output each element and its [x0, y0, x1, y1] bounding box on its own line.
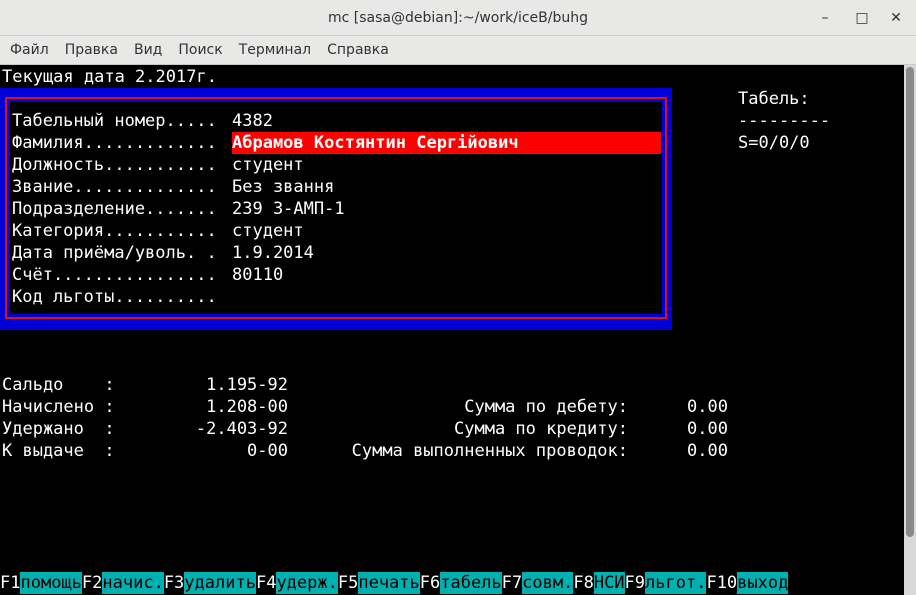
fkey-f10-key[interactable]: F10 [706, 572, 737, 594]
fkey-f9-label[interactable]: льгот. [645, 572, 707, 594]
tabel-title: Табель: [738, 89, 810, 109]
debit-label: Сумма по дебету: [464, 397, 628, 417]
accrued-label: Начислено : [2, 397, 115, 417]
fkey-f3-label[interactable]: удалить [184, 572, 256, 594]
terminal-scrollbar[interactable] [904, 65, 916, 595]
withheld-value: -2.403-92 [195, 419, 288, 439]
tab-number-value[interactable]: 4382 [232, 110, 273, 132]
window-title: mc [sasa@debian]:~/work/iceB/buhg [328, 9, 588, 26]
entries-label: Сумма выполненных проводок: [351, 441, 628, 461]
tabel-separator: --------- [738, 111, 831, 131]
category-label: Категория........... [12, 221, 217, 241]
saldo-label: Сальдо : [2, 375, 115, 395]
position-label: Должность........... [12, 155, 217, 175]
entries-value: 0.00 [687, 441, 728, 461]
rank-label: Звание.............. [12, 177, 217, 197]
minimize-icon[interactable]: – [815, 8, 835, 28]
menu-edit[interactable]: Правка [57, 42, 126, 58]
department-label: Подразделение....... [12, 199, 217, 219]
fkey-f6-key[interactable]: F6 [420, 572, 440, 594]
fkey-f5-label[interactable]: печать [358, 572, 420, 594]
scrollbar-thumb[interactable] [906, 67, 914, 537]
payout-value: 0-00 [247, 441, 288, 461]
accrued-value: 1.208-00 [206, 397, 288, 417]
fkey-f2-label[interactable]: начис. [102, 572, 164, 594]
tabel-summary: S=0/0/0 [738, 133, 810, 153]
terminal[interactable]: Текущая дата 2.2017г. Табельный номер...… [0, 65, 904, 595]
menubar: Файл Правка Вид Поиск Терминал Справка [0, 36, 916, 65]
debit-value: 0.00 [687, 397, 728, 417]
surname-value[interactable]: Абрамов Костянтин Сергійович [232, 132, 519, 154]
position-value[interactable]: студент [232, 154, 304, 176]
fkey-f1-label[interactable]: помощь [20, 572, 82, 594]
fkey-f8-key[interactable]: F8 [573, 572, 593, 594]
withheld-label: Удержано : [2, 419, 115, 439]
menu-help[interactable]: Справка [319, 42, 397, 58]
saldo-value: 1.195-92 [206, 375, 288, 395]
fkey-f7-key[interactable]: F7 [502, 572, 522, 594]
fkey-f9-key[interactable]: F9 [625, 572, 645, 594]
account-label: Счёт................ [12, 265, 217, 285]
fkey-f1-key[interactable]: F1 [0, 572, 20, 594]
function-keys-bar: F1 помощь F2 начис. F3 удалить F4 удерж. F5 п… [0, 572, 789, 594]
credit-label: Сумма по кредиту: [454, 419, 628, 439]
benefit-code-label: Код льготы.......... [12, 287, 217, 307]
credit-value: 0.00 [687, 419, 728, 439]
hire-date-value[interactable]: 1.9.2014 [232, 242, 314, 264]
maximize-icon[interactable]: □ [852, 8, 872, 28]
department-value[interactable]: 239 З-АМП-1 [232, 198, 345, 220]
account-value[interactable]: 80110 [232, 264, 283, 286]
fkey-f5-key[interactable]: F5 [338, 572, 358, 594]
payout-label: К выдаче : [2, 441, 115, 461]
fkey-f7-label[interactable]: совм. [522, 572, 574, 594]
menu-file[interactable]: Файл [2, 42, 57, 58]
menu-terminal[interactable]: Терминал [231, 42, 319, 58]
hire-date-label: Дата приёма/уволь. . [12, 243, 217, 263]
fkey-f4-key[interactable]: F4 [256, 572, 276, 594]
window-titlebar: mc [sasa@debian]:~/work/iceB/buhg – □ ✕ [0, 0, 916, 36]
category-value[interactable]: студент [232, 220, 304, 242]
fkey-f6-label[interactable]: табель [440, 572, 502, 594]
tab-number-label: Табельный номер..... [12, 111, 217, 131]
rank-value[interactable]: Без звання [232, 176, 334, 198]
menu-view[interactable]: Вид [126, 42, 170, 58]
fkey-f10-label[interactable]: выход [737, 572, 789, 594]
current-date: Текущая дата 2.2017г. [2, 67, 217, 87]
surname-label: Фамилия............. [12, 133, 217, 153]
fkey-f8-label[interactable]: НСИ [593, 572, 625, 594]
fkey-f2-key[interactable]: F2 [82, 572, 102, 594]
close-icon[interactable]: ✕ [886, 8, 906, 28]
fkey-f3-key[interactable]: F3 [164, 572, 184, 594]
menu-search[interactable]: Поиск [170, 42, 230, 58]
fkey-f4-label[interactable]: удерж. [276, 572, 338, 594]
